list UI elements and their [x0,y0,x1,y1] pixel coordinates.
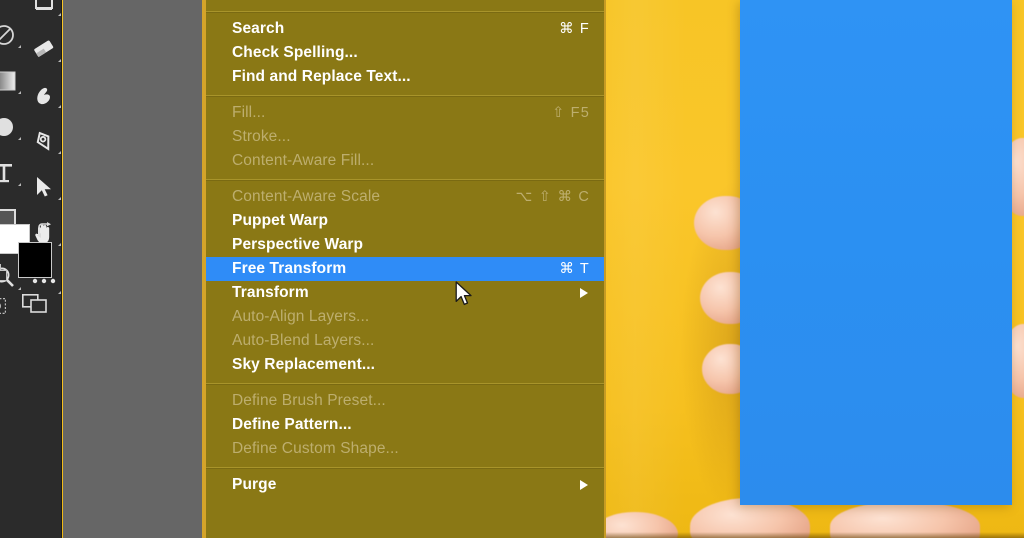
menu-item-shortcut: ⌘ F [559,21,590,37]
menu-item-shortcut: ⇧ F5 [552,105,590,121]
menu-item-label: Check Spelling... [232,44,358,61]
menu-group: Purge [206,470,604,501]
menu-item-label: Transform [232,284,309,301]
tool-group-corner-icon [58,151,61,154]
elliptical-marquee-tool[interactable] [0,110,24,144]
menu-item-label: Perspective Warp [232,236,364,253]
swap-colors-icon[interactable] [36,222,54,243]
menu-item-label: Clear [232,0,270,2]
slice-tool[interactable] [0,18,24,52]
menu-item-fill: Fill... ⇧ F5 [206,101,604,125]
menu-item-sky-replacement[interactable]: Sky Replacement... [206,353,604,377]
menu-separator [206,95,604,96]
menu-item-free-transform[interactable]: Free Transform ⌘ T [206,257,604,281]
menu-item-label: Search [232,20,285,37]
menu-item-label: Auto-Align Layers... [232,308,370,325]
color-swatches [0,222,62,315]
menu-separator [206,179,604,180]
menu-item-puppet-warp[interactable]: Puppet Warp [206,209,604,233]
menu-item-auto-align-layers: Auto-Align Layers... [206,305,604,329]
tool-group-corner-icon [18,287,21,290]
tool-group-corner-icon [18,183,21,186]
tool-group-corner-icon [58,13,61,16]
screen-mode-icon[interactable] [22,294,48,319]
menu-item-label: Define Brush Preset... [232,392,386,409]
menu-item-content-aware-fill: Content-Aware Fill... [206,149,604,173]
crop-tool[interactable] [24,0,64,20]
menu-item-label: Purge [232,476,277,493]
menu-item-label: Define Pattern... [232,416,352,433]
menu-item-shortcut: ⌥ ⇧ ⌘ C [515,189,590,205]
tool-group-corner-icon [58,59,61,62]
tool-group-corner-icon [18,91,21,94]
menu-group: Define Brush Preset... Define Pattern... D… [206,386,604,465]
menu-group: Fill... ⇧ F5 Stroke... Content-Aware Fill..… [206,98,604,177]
background-color-swatch[interactable] [18,242,52,278]
menu-item-label: Free Transform [232,260,347,277]
menu-item-label: Stroke... [232,128,291,145]
menu-item-label: Sky Replacement... [232,356,376,373]
path-selection-tool[interactable] [24,170,64,204]
menu-separator [206,467,604,468]
menu-separator [206,383,604,384]
photo-bottom-edge [600,532,1024,538]
menu-group: Clear [206,0,604,9]
menu-group: Search ⌘ F Check Spelling... Find and Repla… [206,14,604,93]
tool-group-corner-icon [18,45,21,48]
menu-item-shortcut: ⌘ T [559,261,590,277]
menu-item-clear: Clear [206,0,604,5]
menu-item-purge[interactable]: Purge [206,473,604,497]
blur-tool[interactable] [24,78,64,112]
type-tool[interactable] [0,156,24,190]
menu-group: Content-Aware Scale ⌥ ⇧ ⌘ C Puppet Warp Per… [206,182,604,381]
menu-item-transform[interactable]: Transform [206,281,604,305]
menu-item-find-and-replace-text[interactable]: Find and Replace Text... [206,65,604,89]
menu-item-perspective-warp[interactable]: Perspective Warp [206,233,604,257]
tool-group-corner-icon [58,291,61,294]
menu-separator [206,11,604,12]
submenu-arrow-icon [580,288,588,298]
menu-item-auto-blend-layers: Auto-Blend Layers... [206,329,604,353]
menu-item-label: Content-Aware Scale [232,188,381,205]
quick-mask-icon[interactable] [0,298,6,319]
menu-item-label: Content-Aware Fill... [232,152,375,169]
blue-card [740,0,1012,505]
canvas-area [63,0,202,538]
default-colors-icon[interactable] [0,264,8,287]
menu-item-label: Puppet Warp [232,212,329,229]
menu-item-label: Define Custom Shape... [232,440,399,457]
menu-item-stroke: Stroke... [206,125,604,149]
menu-item-check-spelling[interactable]: Check Spelling... [206,41,604,65]
menu-item-content-aware-scale: Content-Aware Scale ⌥ ⇧ ⌘ C [206,185,604,209]
menu-item-label: Auto-Blend Layers... [232,332,375,349]
menu-item-search[interactable]: Search ⌘ F [206,17,604,41]
gradient-tool[interactable] [0,64,24,98]
eraser-tool[interactable] [24,32,64,66]
menu-item-label: Fill... [232,104,266,121]
edit-menu: Clear Search ⌘ F Check Spelling... Find and … [202,0,606,538]
tool-group-corner-icon [58,105,61,108]
pen-tool[interactable] [24,124,64,158]
submenu-arrow-icon [580,480,588,490]
menu-item-label: Find and Replace Text... [232,68,411,85]
tool-group-corner-icon [58,197,61,200]
menu-item-define-pattern[interactable]: Define Pattern... [206,413,604,437]
menu-item-define-custom-shape: Define Custom Shape... [206,437,604,461]
tools-panel [0,0,62,538]
menu-item-define-brush-preset: Define Brush Preset... [206,389,604,413]
tool-group-corner-icon [18,137,21,140]
